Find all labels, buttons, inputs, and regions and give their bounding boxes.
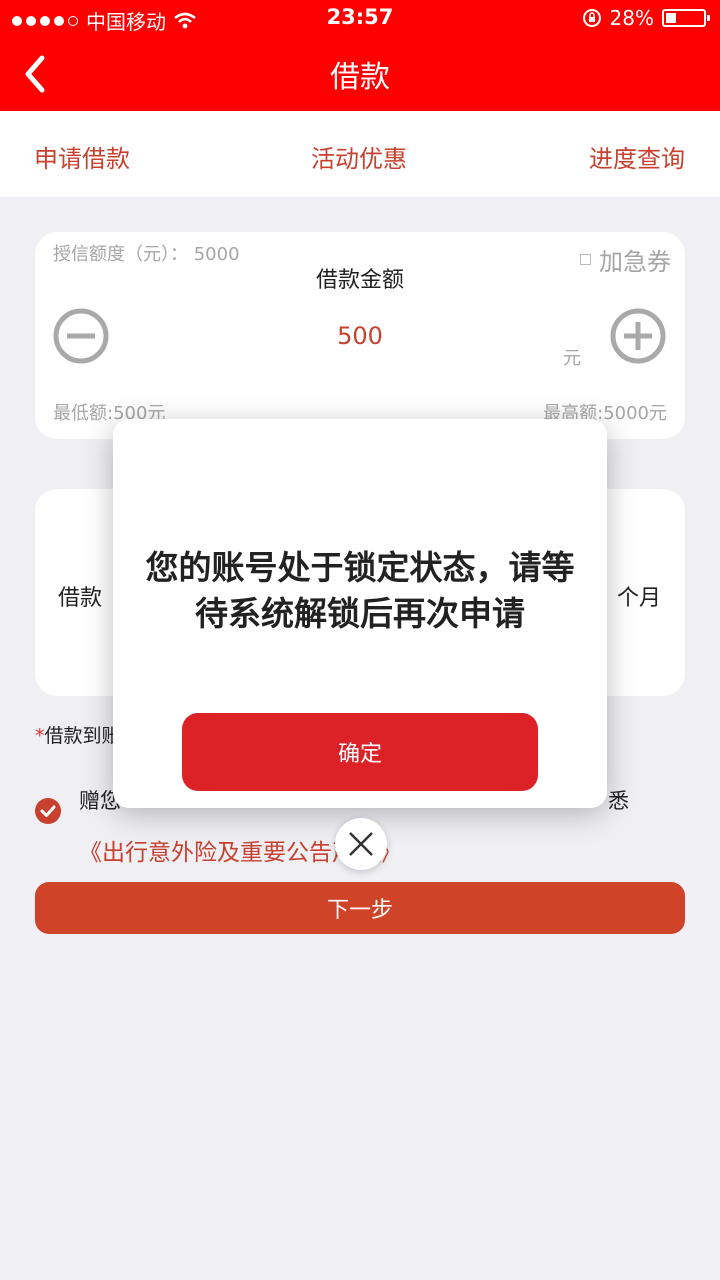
close-icon xyxy=(349,832,373,856)
lock-alert-dialog: 您的账号处于锁定状态，请等待系统解锁后再次申请 确定 xyxy=(113,419,607,808)
dialog-message: 您的账号处于锁定状态，请等待系统解锁后再次申请 xyxy=(145,548,575,633)
confirm-button[interactable]: 确定 xyxy=(182,713,538,791)
close-dialog-button[interactable] xyxy=(335,818,387,870)
